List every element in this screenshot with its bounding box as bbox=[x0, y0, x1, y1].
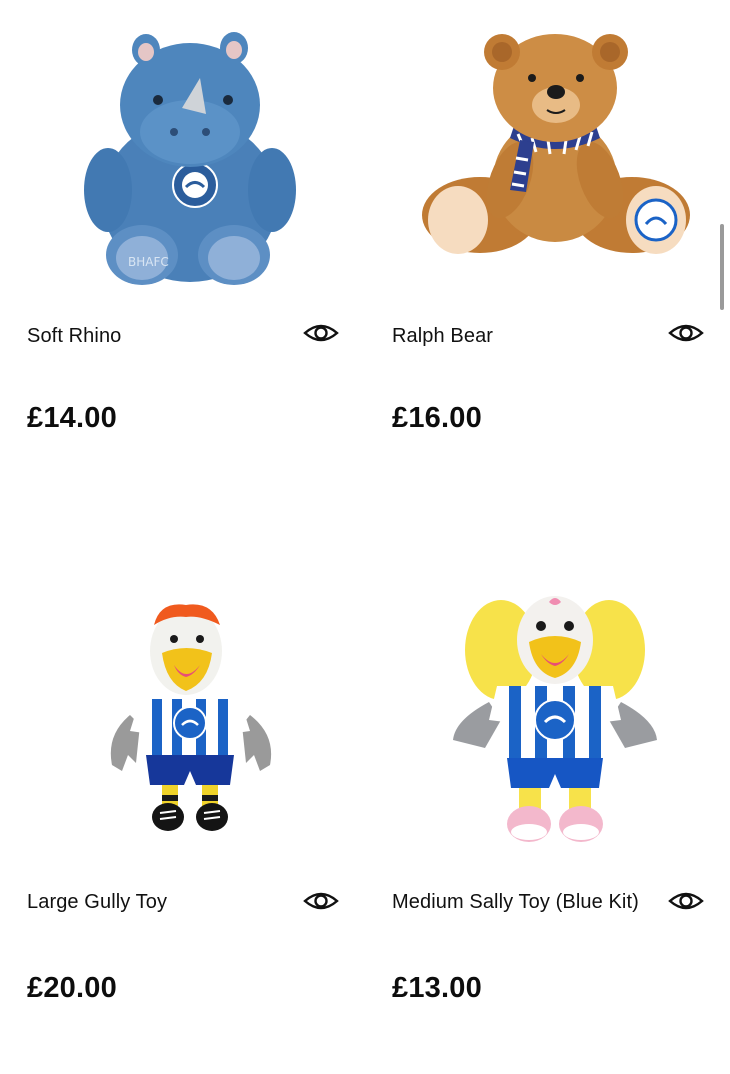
product-image-ralph-bear[interactable] bbox=[405, 0, 705, 300]
quick-view-button[interactable] bbox=[302, 318, 340, 348]
product-image-medium-sally-toy[interactable] bbox=[405, 570, 705, 870]
product-title[interactable]: Medium Sally Toy (Blue Kit) bbox=[392, 884, 662, 921]
product-price: £16.00 bbox=[392, 402, 482, 434]
product-title[interactable]: Ralph Bear bbox=[392, 318, 662, 355]
scrollbar[interactable] bbox=[720, 224, 724, 310]
product-grid: BHAFC Soft Rhino £14.00 Ralph Bear £16.0… bbox=[0, 0, 730, 1074]
quick-view-button[interactable] bbox=[302, 886, 340, 916]
product-price: £20.00 bbox=[27, 972, 117, 1004]
product-price: £14.00 bbox=[27, 402, 117, 434]
product-title[interactable]: Large Gully Toy bbox=[27, 884, 297, 921]
eye-icon bbox=[668, 324, 704, 342]
product-price: £13.00 bbox=[392, 972, 482, 1004]
quick-view-button[interactable] bbox=[667, 886, 705, 916]
quick-view-button[interactable] bbox=[667, 318, 705, 348]
eye-icon bbox=[303, 892, 339, 910]
svg-text:BHAFC: BHAFC bbox=[128, 255, 169, 269]
eye-icon bbox=[668, 892, 704, 910]
product-title[interactable]: Soft Rhino bbox=[27, 318, 297, 355]
product-image-large-gully-toy[interactable] bbox=[40, 570, 340, 870]
eye-icon bbox=[303, 324, 339, 342]
product-image-soft-rhino[interactable]: BHAFC bbox=[40, 0, 340, 300]
